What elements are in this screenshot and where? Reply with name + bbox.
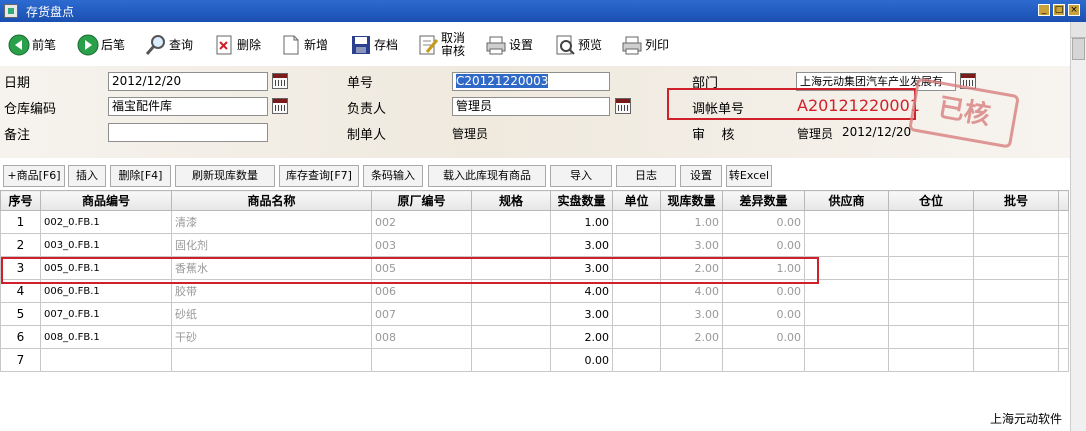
arrow-right-icon — [77, 34, 99, 56]
arrow-left-icon — [8, 34, 30, 56]
date-field[interactable]: 2012/12/20 — [108, 72, 268, 91]
warehouse-label: 仓库编码 — [4, 102, 57, 117]
close-button[interactable]: × — [1068, 4, 1080, 16]
table-row[interactable]: 7 0.00 — [0, 348, 1069, 372]
review-user: 管理员 — [797, 127, 834, 141]
review-label: 审 核 — [692, 128, 735, 143]
maximize-button[interactable]: □ — [1053, 4, 1065, 16]
settings-bar-button[interactable]: 设置 — [680, 165, 722, 187]
docno-label: 单号 — [347, 76, 374, 91]
delete-doc-icon — [213, 34, 235, 56]
save-icon — [350, 34, 372, 56]
minimize-button[interactable]: _ — [1038, 4, 1050, 16]
owner-picker-icon[interactable] — [615, 98, 631, 114]
col-location[interactable]: 仓位 — [888, 190, 974, 211]
settings-button[interactable]: 设置 — [485, 30, 533, 60]
maker-value: 管理员 — [452, 127, 489, 141]
stock-query-button[interactable]: 库存查询[F7] — [279, 165, 359, 187]
delete-row-button[interactable]: 删除[F4] — [110, 165, 171, 187]
import-button[interactable]: 导入 — [550, 165, 612, 187]
printer-icon — [621, 34, 643, 56]
button-bar: +商品[F6] 插入 删除[F4] 刷新现库数量 库存查询[F7] 条码输入 载… — [0, 162, 1070, 190]
footer-brand: 上海元动软件 — [989, 412, 1062, 426]
preview-icon — [554, 34, 576, 56]
warehouse-field[interactable]: 福宝配件库 — [108, 97, 268, 116]
col-code[interactable]: 商品编号 — [40, 190, 172, 211]
unapprove-icon — [417, 34, 439, 56]
adjust-highlight-box — [667, 88, 916, 120]
insert-button[interactable]: 插入 — [68, 165, 106, 187]
scroll-up-button[interactable] — [1071, 22, 1086, 38]
window-title: 存货盘点 — [26, 5, 75, 19]
new-doc-icon — [280, 34, 302, 56]
docno-field[interactable]: C20121220003 — [452, 72, 610, 91]
owner-field[interactable]: 管理员 — [452, 97, 610, 116]
note-label: 备注 — [4, 128, 31, 143]
table-row[interactable]: 6 008_0.FB.1 干砂 008 2.00 2.00 0.00 — [0, 325, 1069, 349]
warehouse-picker-icon[interactable] — [272, 98, 288, 114]
vertical-scrollbar[interactable] — [1070, 22, 1086, 431]
col-supplier[interactable]: 供应商 — [804, 190, 889, 211]
col-name[interactable]: 商品名称 — [171, 190, 372, 211]
printer-settings-icon — [485, 34, 507, 56]
query-button[interactable]: 查询 — [145, 30, 193, 60]
owner-label: 负责人 — [347, 102, 387, 117]
new-button[interactable]: 新增 — [280, 30, 328, 60]
barcode-input-button[interactable]: 条码输入 — [363, 165, 423, 187]
app-icon — [4, 4, 18, 18]
save-button[interactable]: 存档 — [350, 30, 398, 60]
delete-button[interactable]: 删除 — [213, 30, 261, 60]
excel-export-button[interactable]: 转Excel — [726, 165, 772, 187]
unapprove-button[interactable]: 取消审核 — [417, 30, 467, 60]
col-oem[interactable]: 原厂编号 — [371, 190, 472, 211]
log-button[interactable]: 日志 — [616, 165, 676, 187]
maker-label: 制单人 — [347, 128, 387, 143]
preview-button[interactable]: 预览 — [554, 30, 602, 60]
table-row[interactable]: 1 002_0.FB.1 清漆 002 1.00 1.00 0.00 — [0, 210, 1069, 234]
table-row[interactable]: 5 007_0.FB.1 砂纸 007 3.00 3.00 0.00 — [0, 302, 1069, 326]
table-row[interactable]: 2 003_0.FB.1 固化剂 003 3.00 3.00 0.00 — [0, 233, 1069, 257]
col-filler — [1058, 190, 1069, 211]
row-highlight-box — [1, 257, 819, 284]
col-counted[interactable]: 实盘数量 — [550, 190, 613, 211]
col-diff[interactable]: 差异数量 — [722, 190, 805, 211]
add-item-button[interactable]: +商品[F6] — [3, 165, 65, 187]
refresh-stock-button[interactable]: 刷新现库数量 — [175, 165, 275, 187]
col-seq[interactable]: 序号 — [0, 190, 41, 211]
title-bar: 存货盘点 _ □ × — [0, 0, 1086, 22]
date-label: 日期 — [4, 76, 31, 91]
scroll-thumb[interactable] — [1072, 38, 1085, 60]
magnifier-icon — [145, 34, 167, 56]
next-button[interactable]: 后笔 — [77, 30, 125, 60]
toolbar: 前笔 后笔 查询 删除 新增 存档 取消审核 设置 预览 列印 — [0, 22, 1070, 66]
col-stock[interactable]: 现库数量 — [660, 190, 723, 211]
col-batch[interactable]: 批号 — [973, 190, 1059, 211]
prev-button[interactable]: 前笔 — [8, 30, 56, 60]
col-spec[interactable]: 规格 — [471, 190, 551, 211]
print-button[interactable]: 列印 — [621, 30, 669, 60]
table-header-row: 序号 商品编号 商品名称 原厂编号 规格 实盘数量 单位 现库数量 差异数量 供… — [0, 190, 1069, 211]
docno-value: C20121220003 — [456, 74, 549, 88]
note-field[interactable] — [108, 123, 268, 142]
review-date: 2012/12/20 — [842, 125, 912, 139]
calendar-icon[interactable] — [272, 73, 288, 89]
load-stock-button[interactable]: 载入此库现有商品 — [428, 165, 546, 187]
col-unit[interactable]: 单位 — [612, 190, 661, 211]
